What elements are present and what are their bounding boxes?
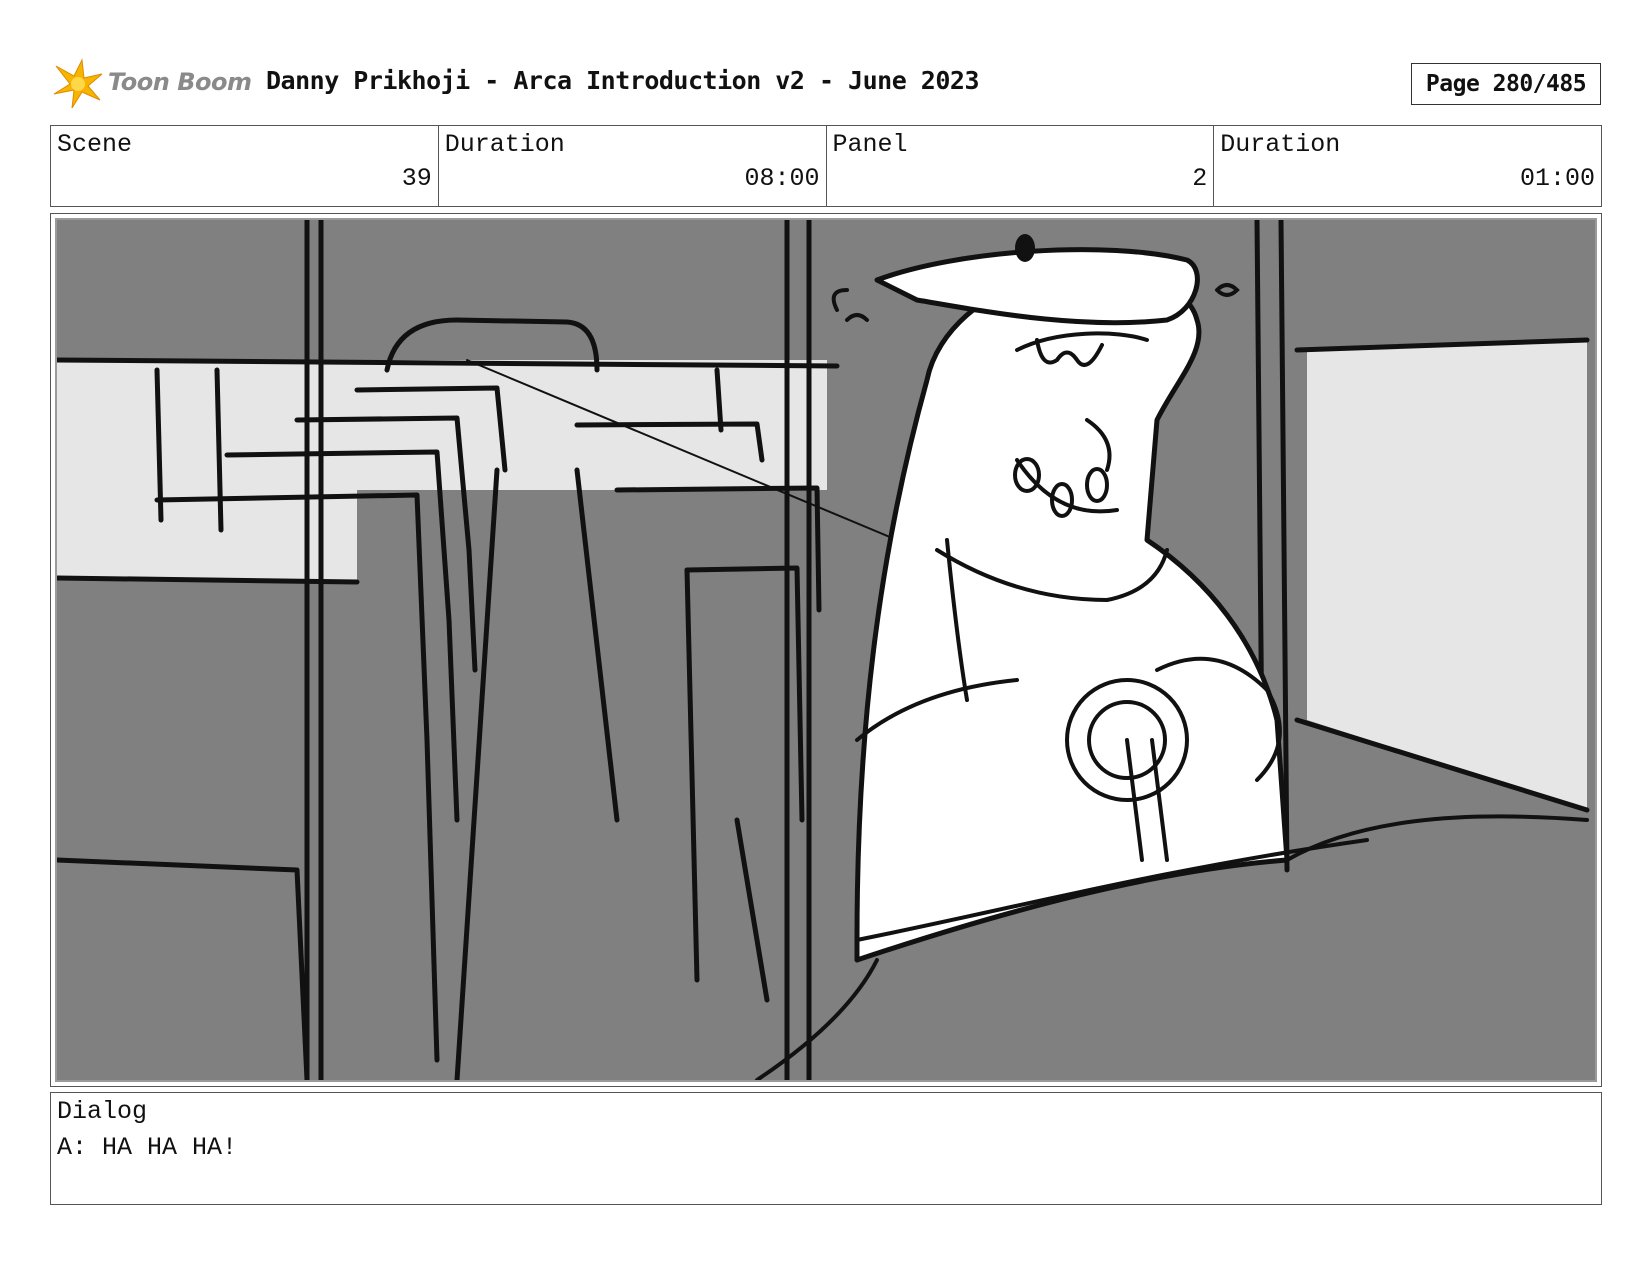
scene-cell: Scene 39	[51, 126, 439, 206]
scene-duration-label: Duration	[444, 130, 565, 159]
panel-label: Panel	[832, 130, 908, 159]
panel-info-row: Scene 39 Duration 08:00 Panel 2 Duration…	[50, 125, 1602, 207]
document-title: Danny Prikhoji - Arca Introduction v2 - …	[266, 66, 980, 95]
panel-duration-label: Duration	[1220, 130, 1341, 159]
bus-interior-sketch	[57, 220, 1595, 1080]
dialog-box: Dialog A: HA HA HA!	[50, 1092, 1602, 1205]
dialog-label: Dialog	[57, 1097, 148, 1126]
panel-duration-cell: Duration 01:00	[1214, 126, 1601, 206]
logo-text: Toon Boom	[108, 68, 252, 96]
storyboard-panel-image	[55, 218, 1597, 1082]
panel-cell: Panel 2	[827, 126, 1215, 206]
scene-duration-value: 08:00	[744, 164, 820, 193]
page-number: Page 280/485	[1411, 63, 1601, 105]
scene-label: Scene	[57, 130, 133, 159]
toon-boom-logo: Toon Boom	[52, 56, 252, 112]
starburst-logo-icon	[53, 58, 103, 109]
panel-duration-value: 01:00	[1519, 164, 1595, 193]
scene-duration-cell: Duration 08:00	[439, 126, 827, 206]
storyboard-frame	[50, 213, 1602, 1087]
panel-value: 2	[1192, 164, 1208, 193]
scene-value: 39	[401, 164, 432, 193]
dialog-text: A: HA HA HA!	[57, 1133, 238, 1162]
